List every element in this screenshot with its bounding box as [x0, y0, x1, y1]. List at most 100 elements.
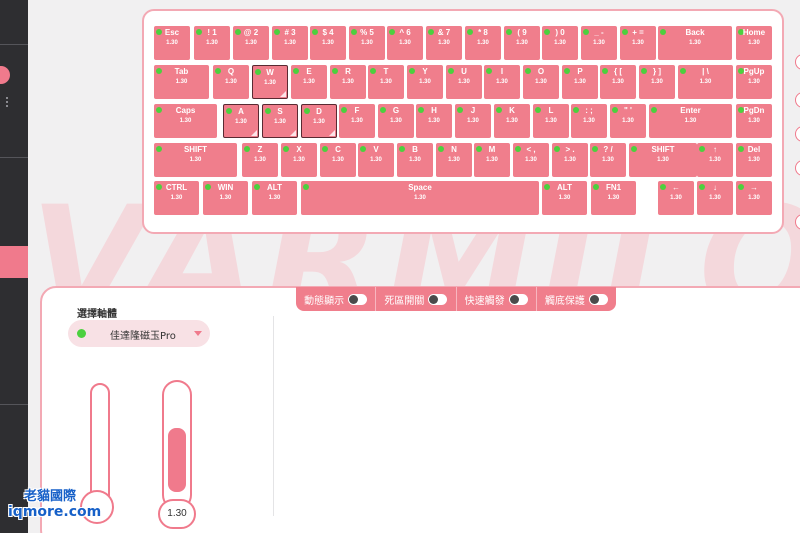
key-space[interactable]: Space 1.30	[301, 181, 539, 215]
key-t[interactable]: T 1.30	[368, 65, 404, 99]
key-1[interactable]: ! 1 1.30	[194, 26, 230, 60]
key-x[interactable]: X 1.30	[281, 143, 317, 177]
key-actuation: 1.30	[574, 79, 586, 85]
key-j[interactable]: J 1.30	[455, 104, 491, 138]
side-circle-button[interactable]	[795, 160, 800, 176]
key-z[interactable]: Z 1.30	[242, 143, 278, 177]
key-b[interactable]: B 1.30	[397, 143, 433, 177]
key-n[interactable]: N 1.30	[436, 143, 472, 177]
key-[interactable]: + = 1.30	[620, 26, 656, 60]
key-label: W	[266, 68, 274, 77]
key-u[interactable]: U 1.30	[446, 65, 482, 99]
more-icon[interactable]	[6, 97, 8, 107]
key-label: Esc	[164, 28, 180, 37]
key-6[interactable]: ^ 6 1.30	[387, 26, 423, 60]
key-7[interactable]: & 7 1.30	[426, 26, 462, 60]
key-[interactable]: { [1.30	[600, 65, 636, 99]
key-[interactable]: > . 1.30	[552, 143, 588, 177]
key-h[interactable]: H 1.30	[416, 104, 452, 138]
key-pgdn[interactable]: PgDn 1.30	[736, 104, 772, 138]
key-g[interactable]: G 1.30	[378, 104, 414, 138]
toggle-switch[interactable]	[428, 293, 448, 305]
key-2[interactable]: @ 2 1.30	[233, 26, 269, 60]
key-v[interactable]: V 1.30	[358, 143, 394, 177]
key-actuation: 1.30	[748, 118, 760, 124]
key-alt[interactable]: ALT 1.30	[252, 181, 297, 215]
toggle-switch[interactable]	[348, 293, 368, 305]
toggle-switch[interactable]	[588, 293, 608, 305]
side-circle-button[interactable]	[795, 54, 800, 70]
key-[interactable]: ? / 1.30	[590, 143, 626, 177]
key-3[interactable]: # 3 1.30	[272, 26, 308, 60]
key-[interactable]: } ] 1.30	[639, 65, 675, 99]
key-0[interactable]: ) 0 1.30	[542, 26, 578, 60]
key-[interactable]: < , 1.30	[513, 143, 549, 177]
key-actuation: 1.30	[206, 40, 218, 46]
key-pgup[interactable]: PgUp 1.30	[736, 65, 772, 99]
key-label: WIN	[217, 183, 234, 192]
key-d[interactable]: D 1.30	[301, 104, 337, 138]
side-circle-button[interactable]	[795, 92, 800, 108]
key-[interactable]: → 1.30	[736, 181, 772, 215]
key-[interactable]: ↓ 1.30	[697, 181, 733, 215]
key-label: ↓	[713, 183, 717, 192]
key-del[interactable]: Del 1.30	[736, 143, 772, 177]
key-[interactable]: ← 1.30	[658, 181, 694, 215]
key-back[interactable]: Back 1.30	[658, 26, 732, 60]
key-f[interactable]: F 1.30	[339, 104, 375, 138]
key-w[interactable]: W 1.30	[252, 65, 288, 99]
key-e[interactable]: E 1.30	[291, 65, 327, 99]
key-tab[interactable]: Tab 1.30	[154, 65, 209, 99]
toggle-rapid-trigger[interactable]: 快速觸發	[457, 287, 537, 311]
sidebar-indicator[interactable]	[0, 66, 10, 84]
switch-select[interactable]: 佳達隆磁玉Pro	[68, 320, 210, 347]
key-s[interactable]: S 1.30	[262, 104, 298, 138]
key-l[interactable]: L 1.30	[533, 104, 569, 138]
key-label: Caps	[175, 106, 196, 115]
key-actuation: 1.30	[554, 40, 566, 46]
key-enter[interactable]: Enter 1.30	[649, 104, 732, 138]
key-win[interactable]: WIN 1.30	[203, 181, 248, 215]
toggle-label: 死區開關	[384, 295, 425, 307]
side-circle-button[interactable]	[795, 126, 800, 142]
key-home[interactable]: Home 1.30	[736, 26, 772, 60]
key-[interactable]: : ; 1.30	[571, 104, 607, 138]
key-[interactable]: | \ 1.30	[678, 65, 733, 99]
key-fn1[interactable]: FN1 1.30	[591, 181, 636, 215]
key-label: Space	[408, 183, 432, 192]
key-actuation: 1.30	[748, 79, 760, 85]
key-a[interactable]: A 1.30	[223, 104, 259, 138]
key-actuation: 1.30	[235, 119, 247, 125]
key-shift[interactable]: SHIFT 1.30	[154, 143, 237, 177]
key-i[interactable]: I 1.30	[484, 65, 520, 99]
key-8[interactable]: * 8 1.30	[465, 26, 501, 60]
key-[interactable]: ↑ 1.30	[697, 143, 733, 177]
key-label: D	[316, 107, 322, 116]
key-actuation: 1.30	[684, 118, 697, 124]
key-c[interactable]: C 1.30	[320, 143, 356, 177]
key-5[interactable]: % 5 1.30	[349, 26, 385, 60]
key-r[interactable]: R 1.30	[330, 65, 366, 99]
key-o[interactable]: O 1.30	[523, 65, 559, 99]
toggle-deadzone[interactable]: 死區開關	[376, 287, 457, 311]
key-actuation: 1.30	[245, 40, 257, 46]
key-[interactable]: " ' 1.30	[610, 104, 646, 138]
key-label: T	[383, 67, 389, 76]
toggle-bottom-protection[interactable]: 觸底保護	[537, 287, 616, 311]
toggle-switch[interactable]	[508, 293, 528, 305]
key-4[interactable]: $ 4 1.30	[310, 26, 346, 60]
key-alt[interactable]: ALT 1.30	[542, 181, 587, 215]
key-9[interactable]: ( 9 1.30	[504, 26, 540, 60]
key-q[interactable]: Q 1.30	[213, 65, 249, 99]
key-ctrl[interactable]: CTRL 1.30	[154, 181, 199, 215]
key-shift[interactable]: SHIFT 1.30	[629, 143, 697, 177]
key-k[interactable]: K 1.30	[494, 104, 530, 138]
key-y[interactable]: Y 1.30	[407, 65, 443, 99]
toggle-dynamic-display[interactable]: 動態顯示	[296, 287, 377, 311]
key-m[interactable]: M 1.30	[474, 143, 510, 177]
key-caps[interactable]: Caps 1.30	[154, 104, 217, 138]
key-esc[interactable]: Esc 1.30	[154, 26, 190, 60]
key-[interactable]: _ - 1.30	[581, 26, 617, 60]
key-p[interactable]: P 1.30	[562, 65, 598, 99]
sidebar-item-active[interactable]	[0, 246, 28, 278]
